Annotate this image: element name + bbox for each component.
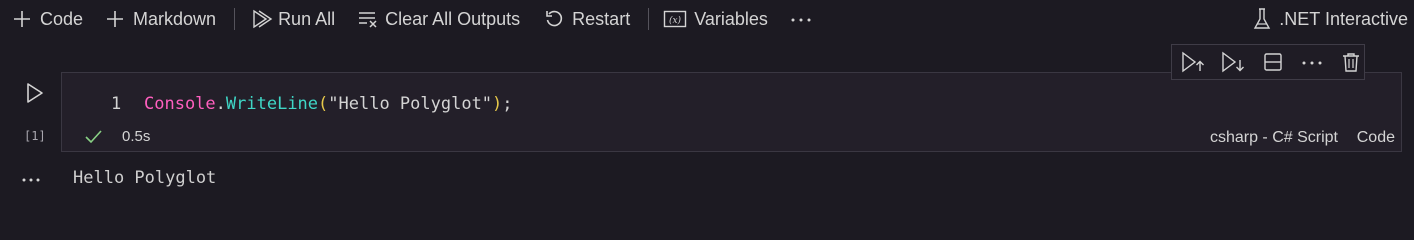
restart-label: Restart xyxy=(572,8,631,29)
ellipsis-icon xyxy=(791,18,811,22)
cell-toolbar xyxy=(1171,44,1365,80)
split-cell-icon xyxy=(1263,53,1282,71)
run-below-button[interactable] xyxy=(1220,49,1246,75)
restart-button[interactable]: Restart xyxy=(544,4,630,34)
code-method-token: WriteLine xyxy=(225,94,319,114)
add-markdown-label: Markdown xyxy=(133,8,217,29)
run-all-button[interactable]: Run All xyxy=(251,4,335,34)
plus-icon xyxy=(14,11,30,27)
code-dot-token: . xyxy=(215,94,226,114)
cell-output-text: Hello Polyglot xyxy=(73,168,217,188)
code-class-token: Console xyxy=(144,94,216,114)
execution-count: [1] xyxy=(24,129,46,143)
line-number: 1 xyxy=(111,94,122,114)
plus-icon xyxy=(107,11,124,27)
run-all-label: Run All xyxy=(278,8,336,29)
svg-text:(x): (x) xyxy=(669,15,682,26)
run-above-icon xyxy=(1182,51,1204,73)
split-cell-button[interactable] xyxy=(1260,49,1285,75)
add-code-cell-button[interactable]: Code xyxy=(12,4,83,34)
run-above-button[interactable] xyxy=(1180,49,1206,75)
restart-icon xyxy=(546,10,563,27)
add-code-label: Code xyxy=(40,8,84,29)
output-more-button[interactable] xyxy=(20,168,42,190)
ellipsis-icon xyxy=(22,178,40,182)
clear-all-outputs-label: Clear All Outputs xyxy=(385,8,521,29)
run-below-icon xyxy=(1222,51,1244,73)
kernel-picker[interactable]: .NET Interactive xyxy=(1251,4,1408,34)
more-actions-button[interactable] xyxy=(790,4,812,34)
notebook-toolbar: Code Markdown Run All Clear All Outputs … xyxy=(0,0,1414,38)
toolbar-divider xyxy=(234,8,236,30)
code-editor[interactable]: Console.WriteLine("Hello Polyglot"); xyxy=(144,94,513,114)
cell-duration: 0.5s xyxy=(122,128,151,145)
checkmark-icon xyxy=(85,129,102,143)
clear-all-icon xyxy=(359,12,377,28)
code-open-paren-token: ( xyxy=(318,94,329,114)
cell-language-picker[interactable]: csharp - C# Script xyxy=(1210,129,1338,147)
cell-type-picker[interactable]: Code xyxy=(1357,129,1395,147)
kernel-label: .NET Interactive xyxy=(1279,8,1408,29)
run-cell-button[interactable] xyxy=(24,80,46,106)
clear-all-outputs-button[interactable]: Clear All Outputs xyxy=(357,4,520,34)
code-string-token: "Hello Polyglot" xyxy=(328,94,493,114)
add-markdown-cell-button[interactable]: Markdown xyxy=(105,4,216,34)
variables-label: Variables xyxy=(694,8,768,29)
code-close-paren-token: ) xyxy=(492,94,503,114)
toolbar-divider xyxy=(648,8,650,30)
run-all-icon xyxy=(253,9,273,29)
code-cell[interactable]: 1 Console.WriteLine("Hello Polyglot"); 0… xyxy=(61,72,1402,152)
variables-button[interactable]: (x) Variables xyxy=(663,4,768,34)
variables-icon: (x) xyxy=(664,10,687,28)
delete-cell-button[interactable] xyxy=(1339,49,1364,75)
cell-more-button[interactable] xyxy=(1299,49,1324,75)
kernel-flask-icon xyxy=(1254,8,1271,29)
delete-icon xyxy=(1343,53,1360,72)
code-semicolon-token: ; xyxy=(502,94,513,114)
cell-status: 0.5s xyxy=(84,128,150,145)
play-icon xyxy=(27,83,43,103)
more-icon xyxy=(1302,61,1322,65)
